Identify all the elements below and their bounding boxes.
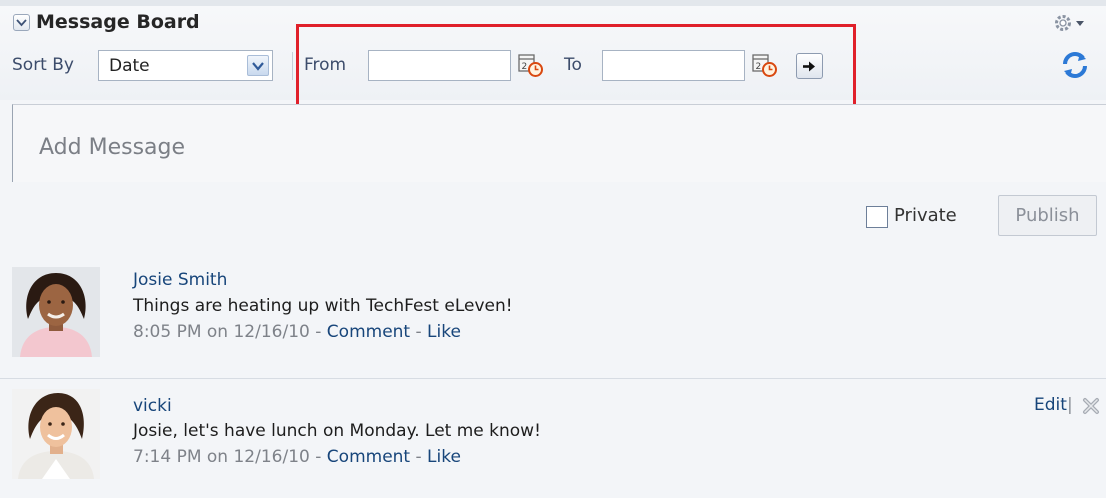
edit-link[interactable]: Edit	[1034, 395, 1067, 415]
divider	[292, 52, 293, 80]
private-checkbox[interactable]	[866, 206, 888, 228]
comment-link[interactable]: Comment	[327, 447, 410, 467]
page-title: Message Board	[36, 11, 200, 33]
timestamp: 7:14 PM on 12/16/10	[133, 447, 310, 467]
author-link[interactable]: Josie Smith	[133, 270, 227, 290]
sort-by-label: Sort By	[12, 55, 74, 75]
message-meta: 8:05 PM on 12/16/10 - Comment - Like	[133, 322, 461, 342]
refresh-icon[interactable]	[1060, 50, 1090, 84]
add-message-placeholder: Add Message	[39, 135, 186, 160]
chevron-down-icon[interactable]	[13, 14, 30, 31]
list-item: vicki Josie, let's have lunch on Monday.…	[0, 378, 1106, 498]
gear-icon[interactable]	[1052, 12, 1088, 38]
meta-separator: -	[309, 447, 327, 467]
author-link[interactable]: vicki	[133, 396, 172, 416]
chevron-down-icon[interactable]	[247, 55, 269, 76]
meta-separator: -	[410, 447, 428, 467]
sort-select[interactable]: Date	[98, 50, 273, 81]
timestamp: 8:05 PM on 12/16/10	[133, 322, 310, 342]
publish-button[interactable]: Publish	[998, 195, 1097, 236]
list-item: Josie Smith Things are heating up with T…	[0, 262, 1106, 376]
like-link[interactable]: Like	[427, 447, 461, 467]
like-link[interactable]: Like	[427, 322, 461, 342]
avatar[interactable]	[12, 267, 100, 357]
pipe-separator: |	[1067, 395, 1073, 415]
avatar[interactable]	[12, 389, 100, 479]
message-board-panel: Message Board Sort By Date From 2 To 2 A…	[0, 0, 1106, 498]
message-text: Josie, let's have lunch on Monday. Let m…	[133, 421, 541, 441]
add-message-input[interactable]: Add Message	[12, 104, 1106, 182]
publish-button-label: Publish	[1015, 205, 1080, 226]
delete-icon[interactable]	[1082, 397, 1100, 419]
message-text: Things are heating up with TechFest eLev…	[133, 296, 513, 316]
comment-link[interactable]: Comment	[327, 322, 410, 342]
private-label: Private	[894, 205, 957, 226]
meta-separator: -	[309, 322, 327, 342]
sort-select-value: Date	[109, 56, 150, 76]
meta-separator: -	[410, 322, 428, 342]
message-meta: 7:14 PM on 12/16/10 - Comment - Like	[133, 447, 461, 467]
